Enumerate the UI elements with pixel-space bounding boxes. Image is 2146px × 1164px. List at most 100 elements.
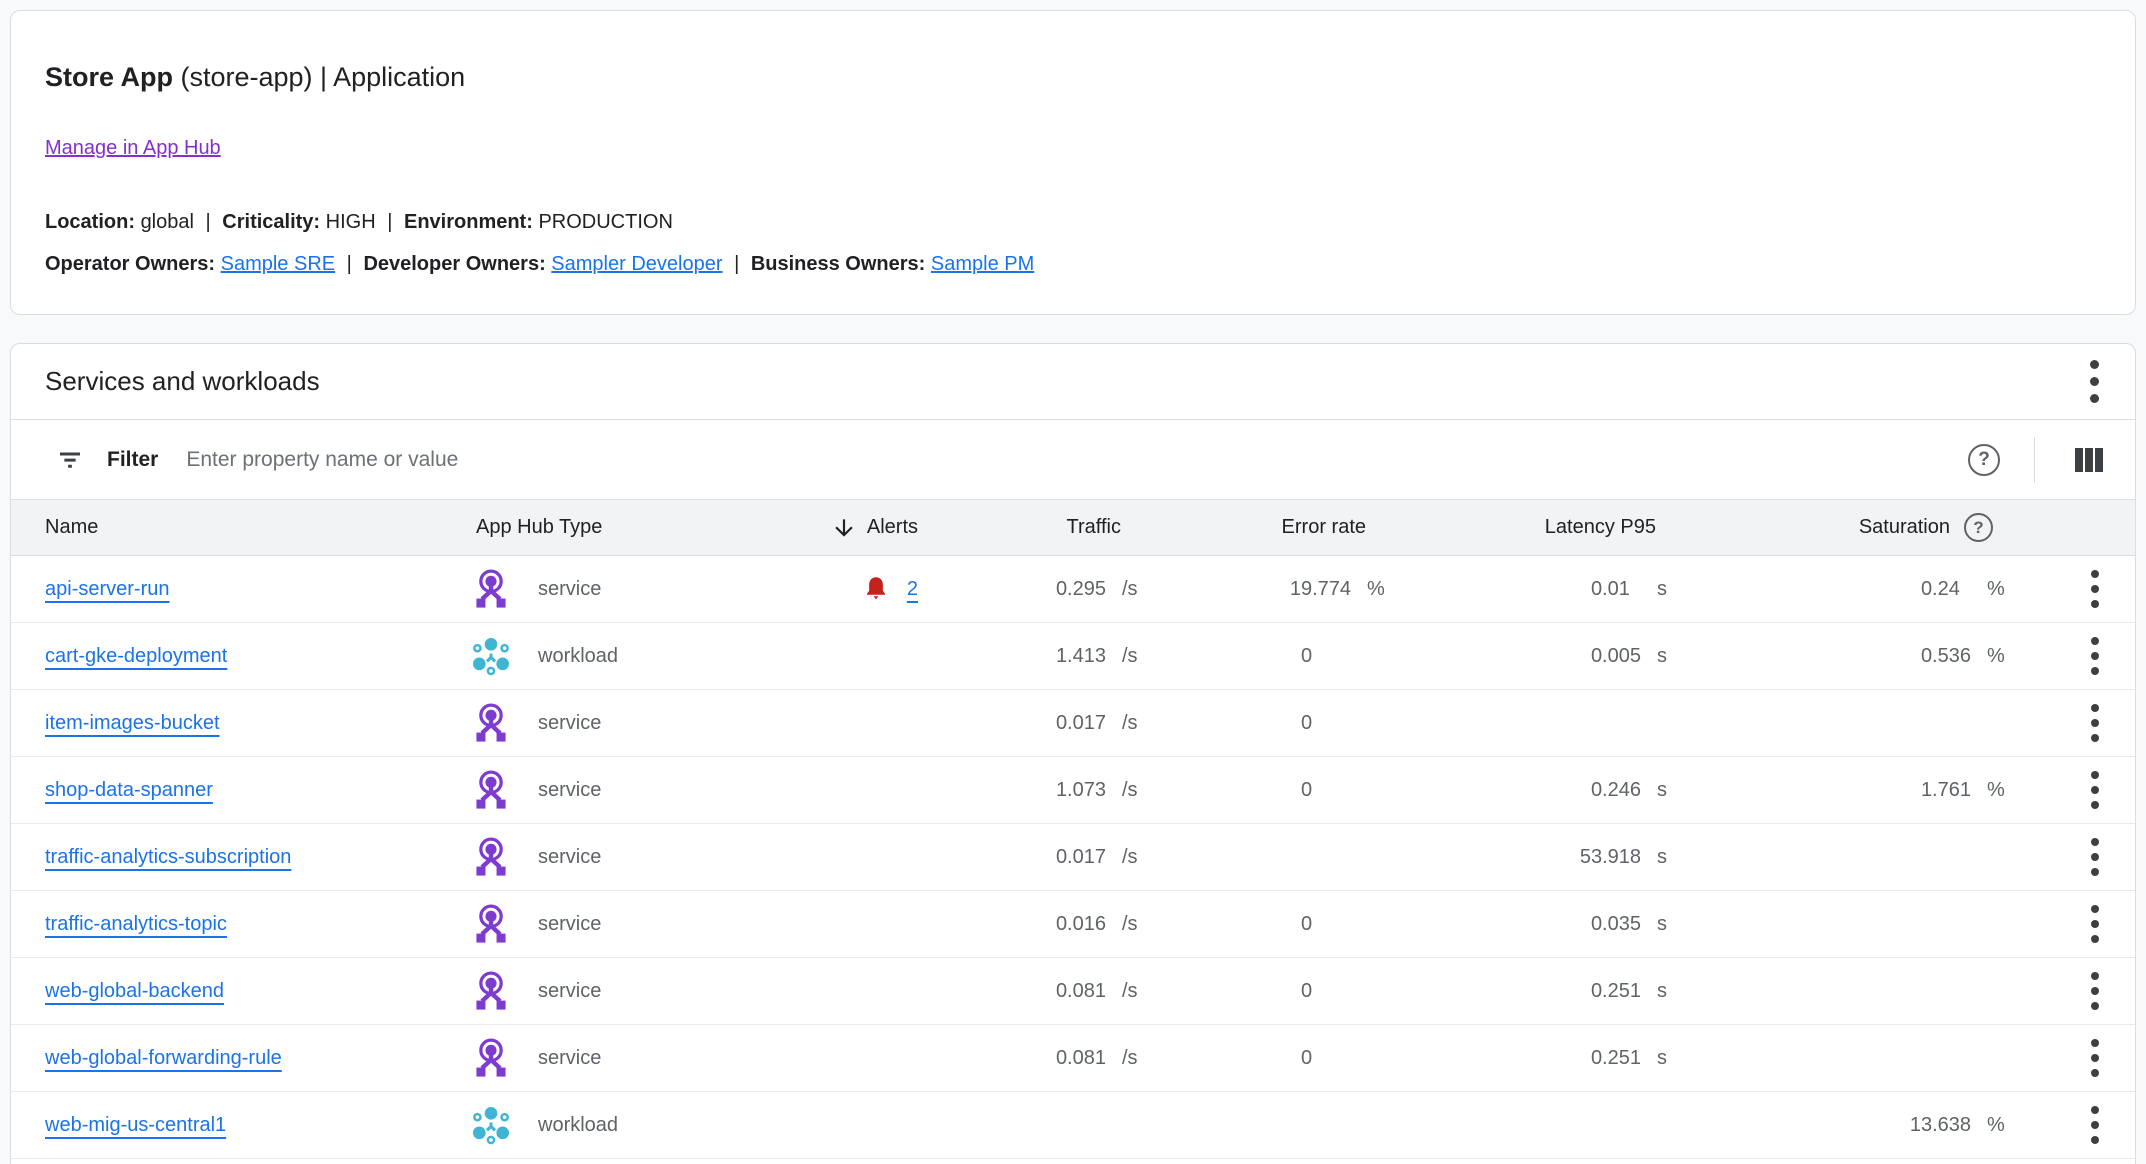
saturation-help-icon[interactable]: ? (1964, 513, 1993, 542)
service-name-link[interactable]: shop-data-spanner (45, 779, 213, 801)
app-title-suffix: (store-app) | Application (173, 62, 465, 92)
type-label: service (538, 980, 601, 1003)
operator-owner-link[interactable]: Sample SRE (221, 253, 336, 275)
error-rate-value: 0.000 (1301, 645, 1351, 668)
saturation-value: 13.638 (1910, 1114, 1971, 1137)
latency-p95-unit: s (1641, 980, 1691, 1003)
table-header-row: Name App Hub Type Alerts Traffic Error r… (11, 500, 2135, 556)
traffic-unit: /s (1106, 1047, 1156, 1070)
service-icon (468, 700, 514, 746)
column-header-latency-p95[interactable]: Latency P95 (1401, 516, 1691, 539)
error-rate-cell: 0.000 (1156, 913, 1401, 936)
app-hub-type-cell: service (466, 566, 776, 612)
alerts-count-link[interactable]: 2 (907, 578, 918, 601)
row-more-options-icon[interactable] (2085, 564, 2105, 614)
column-header-traffic[interactable]: Traffic (926, 516, 1156, 539)
row-more-options-icon[interactable] (2085, 966, 2105, 1016)
workload-icon (468, 633, 514, 679)
latency-p95-unit: s (1641, 578, 1691, 601)
service-name-link[interactable]: api-server-run (45, 578, 169, 600)
app-hub-type-cell: service (466, 968, 776, 1014)
service-name-link[interactable]: traffic-analytics-subscription (45, 846, 291, 868)
alert-bell-icon (861, 573, 891, 605)
table-row: web-mig-us-central1 workload 13.638 % (11, 1092, 2135, 1159)
name-cell: web-global-forwarding-rule (45, 1047, 466, 1070)
row-more-options-icon[interactable] (2085, 832, 2105, 882)
saturation-value: 0.240 (1921, 578, 1971, 601)
traffic-value: 0.081 (1056, 1047, 1106, 1070)
column-header-app-hub-type[interactable]: App Hub Type (466, 516, 776, 539)
name-cell: item-images-bucket (45, 712, 466, 735)
traffic-value: 1.413 (1056, 645, 1106, 668)
name-cell: traffic-analytics-topic (45, 913, 466, 936)
column-display-options-icon[interactable] (2069, 440, 2109, 480)
latency-p95-cell: 0.251 s (1401, 1047, 1691, 1070)
table-row: traffic-analytics-subscription service 0… (11, 824, 2135, 891)
latency-p95-unit: s (1641, 779, 1691, 802)
services-workloads-card: Services and workloads Filter ? Name App… (10, 343, 2136, 1164)
traffic-unit: /s (1106, 779, 1156, 802)
row-more-options-icon[interactable] (2085, 1033, 2105, 1083)
type-label: workload (538, 1114, 618, 1137)
traffic-value: 0.016 (1056, 913, 1106, 936)
error-rate-value: 0.000 (1301, 712, 1351, 735)
filter-help-icon[interactable]: ? (1968, 444, 2000, 476)
traffic-cell: 1.413 /s (926, 645, 1156, 668)
page-title: Store App (store-app) | Application (45, 57, 2101, 97)
table-row: traffic-analytics-topic service 0.016 /s… (11, 891, 2135, 958)
column-header-saturation[interactable]: Saturation ? (1691, 513, 2021, 542)
service-name-link[interactable]: web-mig-us-central1 (45, 1114, 226, 1136)
row-more-options-icon[interactable] (2085, 1100, 2105, 1150)
row-more-options-icon[interactable] (2085, 631, 2105, 681)
traffic-cell: 0.081 /s (926, 1047, 1156, 1070)
service-name-link[interactable]: cart-gke-deployment (45, 645, 227, 667)
saturation-unit: % (1971, 1114, 2021, 1137)
latency-p95-cell: 0.251 s (1401, 980, 1691, 1003)
traffic-value: 0.081 (1056, 980, 1106, 1003)
latency-p95-value: 0.005 (1591, 645, 1641, 668)
latency-p95-cell: 0.035 s (1401, 913, 1691, 936)
error-rate-value: 0.000 (1301, 913, 1351, 936)
business-owner-link[interactable]: Sample PM (931, 253, 1034, 275)
service-icon (468, 834, 514, 880)
error-rate-unit: % (1351, 578, 1401, 601)
app-meta-line: Location: global | Criticality: HIGH | E… (45, 207, 2101, 237)
table-row: item-images-bucket service 0.017 /s 0.00… (11, 690, 2135, 757)
table-row: cart-gke-deployment workload 1.413 /s 0.… (11, 623, 2135, 690)
latency-p95-cell: 0.005 s (1401, 645, 1691, 668)
type-label: workload (538, 645, 618, 668)
developer-owner-link[interactable]: Sampler Developer (551, 253, 722, 275)
latency-p95-value: 0.010 (1591, 578, 1641, 601)
card-more-options-icon[interactable] (2084, 354, 2105, 409)
column-header-alerts[interactable]: Alerts (776, 515, 926, 541)
criticality-label: Criticality: (222, 211, 320, 233)
error-rate-cell: 0.000 (1156, 980, 1401, 1003)
traffic-value: 0.017 (1056, 712, 1106, 735)
error-rate-cell: 0.000 (1156, 1047, 1401, 1070)
traffic-unit: /s (1106, 980, 1156, 1003)
app-hub-type-cell: service (466, 700, 776, 746)
service-name-link[interactable]: traffic-analytics-topic (45, 913, 227, 935)
row-more-options-icon[interactable] (2085, 765, 2105, 815)
app-hub-type-cell: service (466, 767, 776, 813)
service-icon (468, 968, 514, 1014)
services-card-title: Services and workloads (45, 366, 320, 397)
row-more-options-icon[interactable] (2085, 698, 2105, 748)
manage-in-app-hub-link[interactable]: Manage in App Hub (45, 137, 221, 159)
separator: | (381, 211, 398, 233)
column-header-error-rate[interactable]: Error rate (1156, 516, 1401, 539)
latency-p95-unit: s (1641, 913, 1691, 936)
name-cell: web-global-backend (45, 980, 466, 1003)
error-rate-value: 19.774 (1290, 578, 1351, 601)
row-more-options-icon[interactable] (2085, 899, 2105, 949)
column-header-name[interactable]: Name (45, 516, 466, 539)
error-rate-value: 0.000 (1301, 1047, 1351, 1070)
service-name-link[interactable]: web-global-forwarding-rule (45, 1047, 282, 1069)
error-rate-cell: 0.000 (1156, 779, 1401, 802)
service-name-link[interactable]: item-images-bucket (45, 712, 220, 734)
latency-p95-unit: s (1641, 846, 1691, 869)
traffic-cell: 0.016 /s (926, 913, 1156, 936)
filter-input[interactable] (186, 448, 1968, 472)
table-row: api-server-run service 2 0.295 /s 19.774… (11, 556, 2135, 623)
service-name-link[interactable]: web-global-backend (45, 980, 224, 1002)
